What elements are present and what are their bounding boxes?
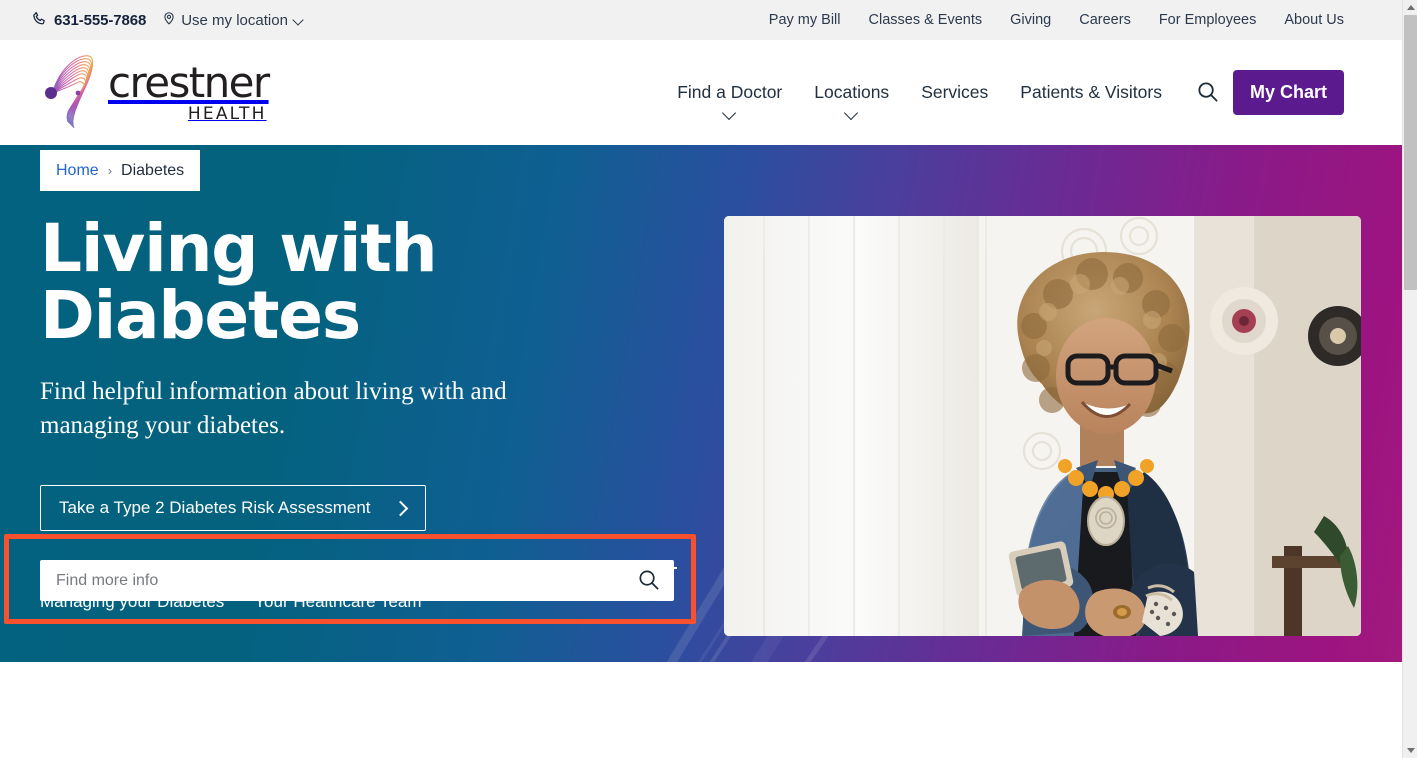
scrollbar-thumb[interactable]	[1404, 15, 1417, 290]
page-viewport: 631-555-7868 Use my location Pay my Bill…	[0, 0, 1402, 758]
breadcrumb-current: Diabetes	[121, 161, 185, 179]
risk-assessment-button[interactable]: Take a Type 2 Diabetes Risk Assessment	[40, 485, 426, 532]
hero-photo	[724, 216, 1361, 636]
nav-label: Patients & Visitors	[1020, 82, 1162, 102]
map-pin-icon	[162, 10, 176, 30]
chevron-down-icon	[293, 15, 304, 26]
utility-link-careers[interactable]: Careers	[1079, 12, 1131, 28]
logo-subtitle: HEALTH	[187, 104, 267, 124]
logo-wordmark: crestner HEALTH	[108, 58, 270, 124]
breadcrumb: Home › Diabetes	[40, 150, 201, 191]
nav-item-find-a-doctor[interactable]: Find a Doctor	[661, 82, 798, 103]
hero-banner: Home › Diabetes Living with Diabetes Fin…	[0, 145, 1402, 662]
risk-assessment-label: Take a Type 2 Diabetes Risk Assessment	[59, 498, 371, 518]
phone-link[interactable]: 631-555-7868	[32, 11, 146, 30]
scroll-up-arrow-icon[interactable]	[1403, 0, 1417, 15]
nav-label: Services	[921, 82, 989, 102]
use-my-location-label: Use my location	[181, 11, 288, 29]
phone-number: 631-555-7868	[54, 11, 147, 29]
breadcrumb-separator-icon: ›	[107, 163, 113, 178]
site-logo[interactable]: crestner HEALTH	[40, 52, 270, 134]
browser-page: 631-555-7868 Use my location Pay my Bill…	[0, 0, 1417, 758]
search-icon	[637, 568, 660, 594]
hero-subtitle: Find helpful information about living wi…	[40, 377, 507, 439]
nav-label: Locations	[814, 82, 890, 102]
utility-link-pay-my-bill[interactable]: Pay my Bill	[769, 12, 841, 28]
breadcrumb-home-link[interactable]: Home	[56, 162, 99, 180]
chevron-down-icon	[723, 108, 736, 121]
nav-item-patients-visitors[interactable]: Patients & Visitors	[1004, 82, 1178, 103]
logo-word: crestner	[108, 58, 270, 107]
chevron-right-icon	[393, 500, 409, 516]
utility-bar-left: 631-555-7868 Use my location	[32, 10, 304, 30]
utility-link-classes-events[interactable]: Classes & Events	[869, 12, 983, 28]
nav-label: Find a Doctor	[677, 82, 783, 102]
use-my-location-link[interactable]: Use my location	[162, 10, 304, 30]
utility-link-about-us[interactable]: About Us	[1284, 12, 1344, 28]
my-chart-button[interactable]: My Chart	[1232, 70, 1344, 115]
utility-bar: 631-555-7868 Use my location Pay my Bill…	[0, 0, 1402, 40]
search-input[interactable]	[40, 571, 631, 590]
search-icon	[1196, 80, 1219, 106]
site-header: crestner HEALTH Find a Doctor Locations …	[0, 40, 1402, 145]
nav-item-services[interactable]: Services	[905, 82, 1004, 103]
crestner-fan-logo-icon	[40, 52, 104, 134]
page-scrollbar[interactable]	[1402, 0, 1417, 758]
main-navigation: Find a Doctor Locations Services Patient…	[661, 70, 1344, 115]
page-title: Living with Diabetes	[40, 210, 438, 355]
utility-link-for-employees[interactable]: For Employees	[1159, 12, 1257, 28]
scroll-down-arrow-icon[interactable]	[1403, 743, 1417, 758]
hero-search-zone	[4, 534, 696, 624]
utility-link-giving[interactable]: Giving	[1010, 12, 1051, 28]
phone-icon	[32, 11, 47, 30]
search-submit-button[interactable]	[631, 568, 674, 594]
nav-item-locations[interactable]: Locations	[798, 82, 905, 103]
chevron-down-icon	[845, 108, 858, 121]
header-search-button[interactable]	[1178, 80, 1233, 106]
hero-search-box[interactable]	[40, 560, 674, 601]
utility-bar-links: Pay my Bill Classes & Events Giving Care…	[769, 12, 1344, 28]
